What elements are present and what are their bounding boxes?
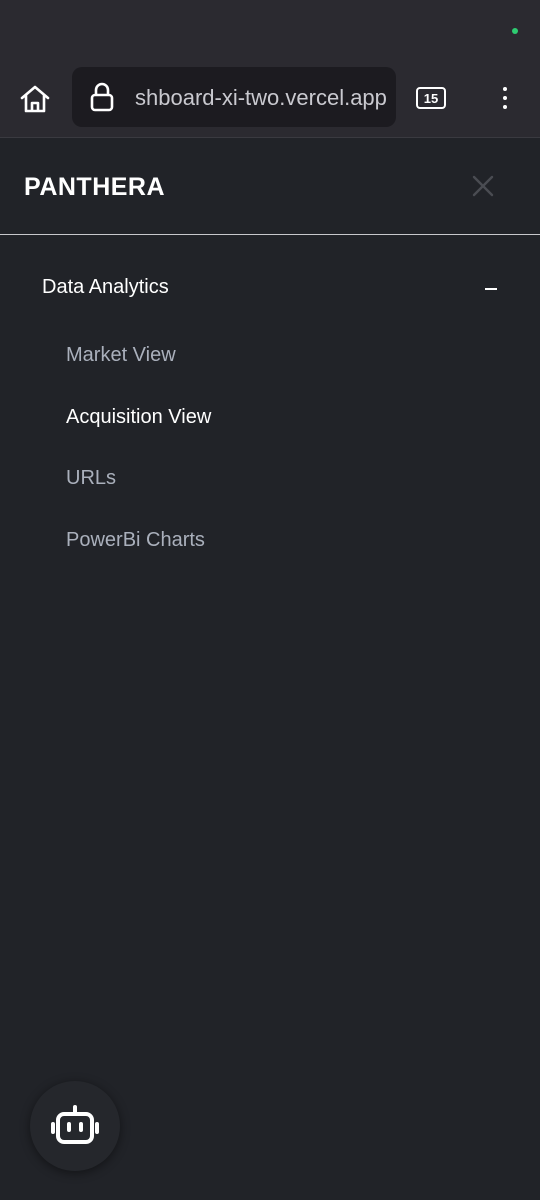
minus-icon[interactable]: [485, 288, 497, 290]
tab-count: 15: [423, 90, 439, 106]
address-bar[interactable]: shboard-xi-two.vercel.app: [72, 67, 396, 127]
chatbot-button[interactable]: [30, 1081, 120, 1171]
nav-item-powerbi-charts[interactable]: PowerBi Charts: [66, 529, 205, 552]
url-text: shboard-xi-two.vercel.app: [135, 85, 387, 110]
close-icon[interactable]: [470, 173, 496, 199]
brand-title: PANTHERA: [24, 173, 166, 201]
more-vertical-icon[interactable]: [490, 78, 520, 118]
status-bar: [0, 0, 540, 60]
nav-section-data-analytics[interactable]: Data Analytics: [0, 260, 540, 316]
status-indicator-dot: [512, 28, 518, 34]
lock-icon: [90, 82, 114, 112]
drawer-header: PANTHERA: [0, 139, 540, 235]
nav-item-market-view[interactable]: Market View: [66, 344, 176, 367]
bot-icon: [51, 1105, 99, 1144]
home-icon: [20, 85, 50, 113]
browser-toolbar: shboard-xi-two.vercel.app 15: [0, 60, 540, 138]
nav-item-acquisition-view[interactable]: Acquisition View: [66, 406, 211, 429]
nav-item-urls[interactable]: URLs: [66, 467, 116, 490]
tabs-button[interactable]: 15: [416, 87, 446, 109]
nav-section-title: Data Analytics: [42, 276, 169, 298]
home-button[interactable]: [14, 78, 56, 120]
